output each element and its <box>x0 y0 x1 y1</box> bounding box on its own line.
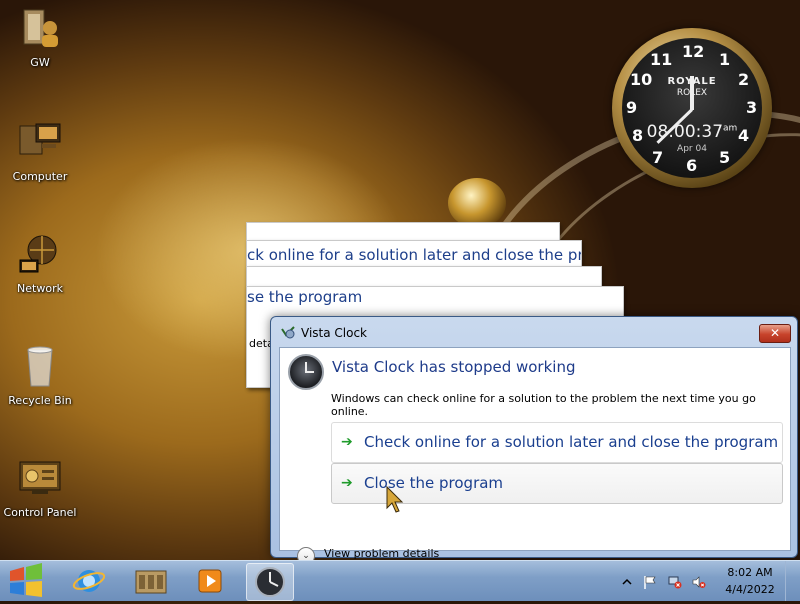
desktop-icon-label: GW <box>30 56 50 69</box>
clock-date: Apr 04 <box>677 144 707 154</box>
taskbar-internet-explorer[interactable] <box>66 563 112 599</box>
clock-face: 12 1 2 3 4 5 6 7 8 9 10 11 ROYALE ROLEX … <box>622 38 762 178</box>
check-online-button[interactable]: ➔ Check online for a solution later and … <box>331 422 783 463</box>
taskbar-vista-clock[interactable] <box>246 563 294 601</box>
desktop-icon-label: Recycle Bin <box>8 394 72 407</box>
desktop-icon-recycle-bin[interactable]: Recycle Bin <box>0 344 80 407</box>
dialog-title: Vista Clock <box>301 326 368 340</box>
clock-numeral: 12 <box>682 42 705 61</box>
wallpaper-gold-sphere <box>448 178 506 228</box>
show-desktop-button[interactable] <box>785 561 800 601</box>
control-panel-icon <box>18 456 62 500</box>
view-details-link[interactable]: View problem details <box>324 547 439 560</box>
desktop-icon-label: Control Panel <box>3 506 77 519</box>
dialog-headline: Vista Clock has stopped working <box>332 358 576 376</box>
taskbar: 8:02 AM 4/4/2022 <box>0 560 800 601</box>
clock-app-icon <box>288 354 324 390</box>
taskbar-clock-date[interactable]: 4/4/2022 <box>722 583 778 596</box>
computer-icon <box>18 120 62 164</box>
clock-digital-time: 08:00:37am <box>622 122 762 142</box>
close-icon: ✕ <box>769 326 781 340</box>
network-disconnected-icon[interactable] <box>668 575 682 589</box>
clock-numeral: 11 <box>650 50 673 69</box>
green-arrow-icon: ➔ <box>341 475 353 491</box>
folder-user-icon <box>18 6 62 50</box>
clock-gadget[interactable]: 12 1 2 3 4 5 6 7 8 9 10 11 ROYALE ROLEX … <box>612 28 772 188</box>
clock-numeral: 1 <box>719 50 731 69</box>
volume-muted-icon[interactable] <box>692 575 706 589</box>
action-center-flag-icon[interactable] <box>643 575 657 589</box>
internet-explorer-icon <box>72 570 106 592</box>
ghost-text: ck online for a solution later and close… <box>247 246 582 264</box>
check-online-label: Check online for a solution later and cl… <box>364 433 779 451</box>
clock-hour-hand <box>690 76 694 110</box>
taskbar-media-player[interactable] <box>188 563 234 599</box>
desktop-icon-label: Computer <box>12 170 68 183</box>
clock-numeral: 9 <box>626 98 638 117</box>
start-button[interactable] <box>4 563 52 599</box>
error-dialog[interactable]: Vista Clock ✕ Vista Clock has stopped wo… <box>270 316 798 565</box>
dialog-description: Windows can check online for a solution … <box>331 392 756 418</box>
desktop-icon-computer[interactable]: Computer <box>0 120 80 183</box>
desktop-icon-gw[interactable]: GW <box>0 6 80 69</box>
mouse-cursor-icon <box>386 486 404 513</box>
start-orb-icon <box>10 563 42 597</box>
recycle-bin-icon <box>18 344 62 388</box>
media-player-icon <box>198 569 222 593</box>
ghost-text: se the program <box>247 288 363 306</box>
desktop-icon-control-panel[interactable]: Control Panel <box>0 456 80 519</box>
clock-numeral: 6 <box>686 156 698 175</box>
vista-clock-icon <box>255 567 285 597</box>
taskbar-library[interactable] <box>128 563 174 599</box>
desktop-icon-network[interactable]: Network <box>0 232 80 295</box>
dialog-titlebar[interactable]: Vista Clock ✕ <box>271 317 797 347</box>
green-arrow-icon: ➔ <box>341 434 353 450</box>
app-icon <box>281 326 295 339</box>
library-icon <box>135 570 167 594</box>
desktop-icon-label: Network <box>17 282 63 295</box>
dialog-body: Vista Clock has stopped working Windows … <box>279 347 791 565</box>
taskbar-clock-time[interactable]: 8:02 AM <box>722 566 778 579</box>
clock-ampm: am <box>723 123 738 134</box>
network-globe-icon <box>18 232 62 276</box>
show-hidden-icons-icon[interactable] <box>620 575 634 589</box>
close-button[interactable]: ✕ <box>759 324 791 343</box>
clock-numeral: 3 <box>746 98 758 117</box>
close-program-label: Close the program <box>364 474 504 492</box>
